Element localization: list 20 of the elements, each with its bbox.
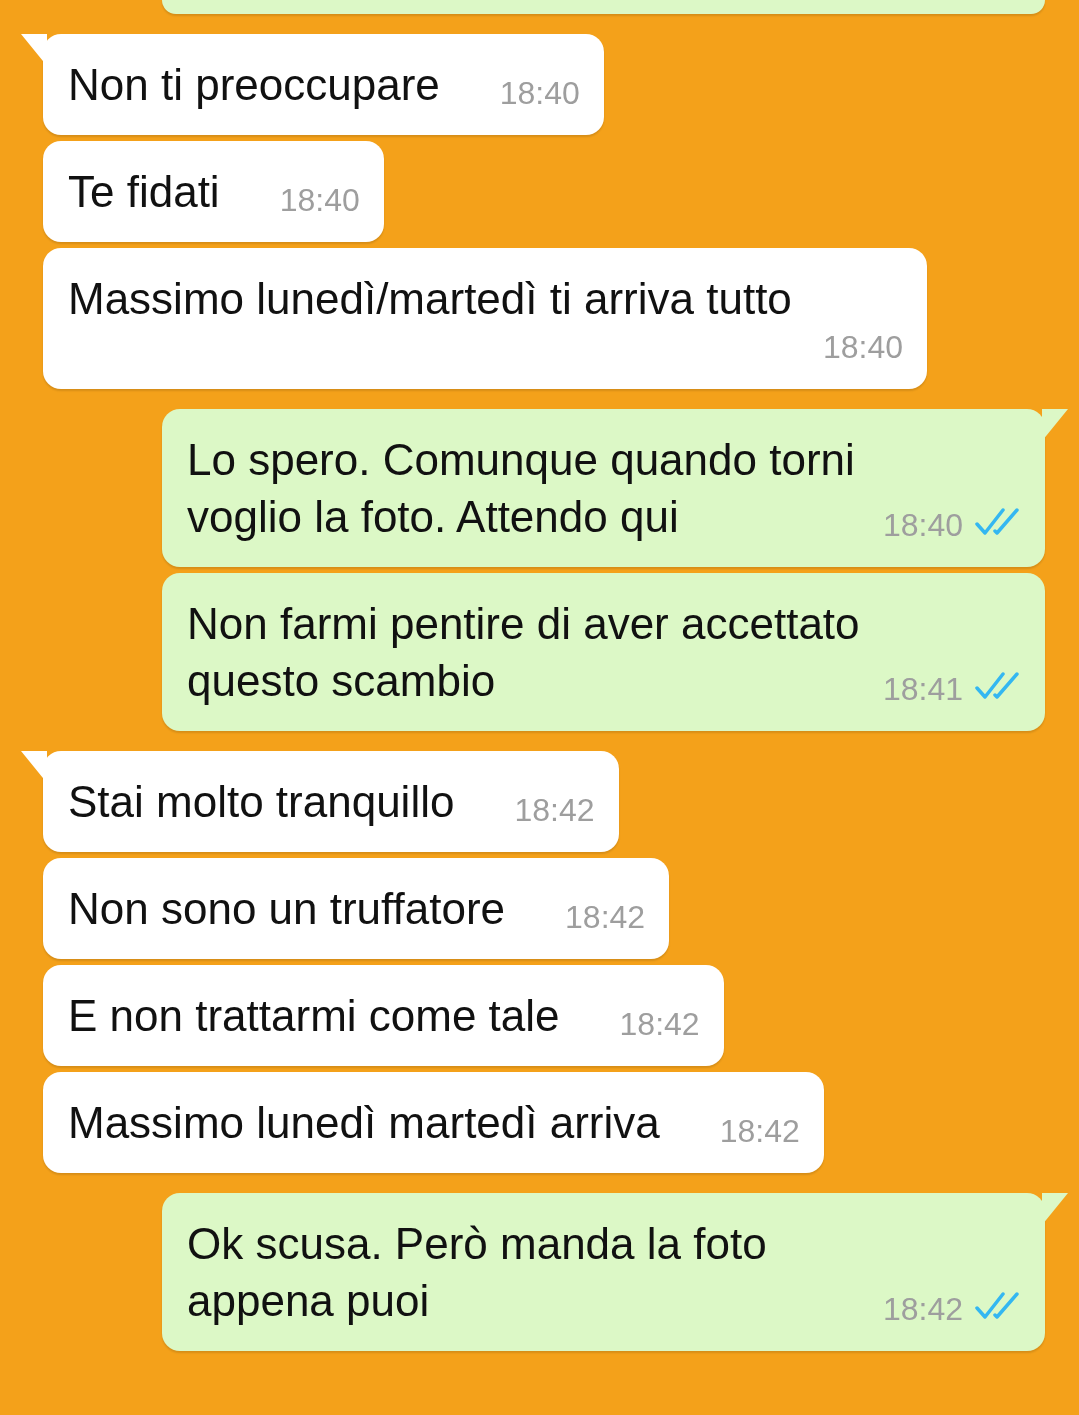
message-text: Ok scusa. Però manda la foto appena puoi [187,1218,768,1327]
message-time: 18:42 [719,1112,800,1151]
message-time: 18:40 [822,328,903,367]
message-text: Non ti preoccupare [68,59,440,111]
message-text: Non farmi pentire di aver accettato questo scambio [187,598,861,707]
message-text: Massimo lunedì/martedì ti arriva tutto [68,273,792,325]
message-text: Te fidati [68,166,220,218]
message-time: 18:40 [279,181,360,220]
message-text: Massimo lunedì martedì arriva [68,1097,660,1149]
message-time: 18:42 [565,898,646,937]
message-text: Stai molto tranquillo [68,776,455,828]
message-text: Lo spero. Comunque quando torni voglio la foto. Attendo qui [187,434,856,543]
message-text: Non sono un truffatore [68,883,506,935]
message-time: 18:42 [514,791,595,830]
message-time: 18:41 [882,670,963,709]
message-text: E non trattarmi come tale [68,990,560,1042]
message-time: 18:42 [882,1290,963,1329]
message-time: 18:40 [882,506,963,545]
message-time: 18:40 [499,74,580,113]
message-time: 18:42 [619,1005,700,1044]
